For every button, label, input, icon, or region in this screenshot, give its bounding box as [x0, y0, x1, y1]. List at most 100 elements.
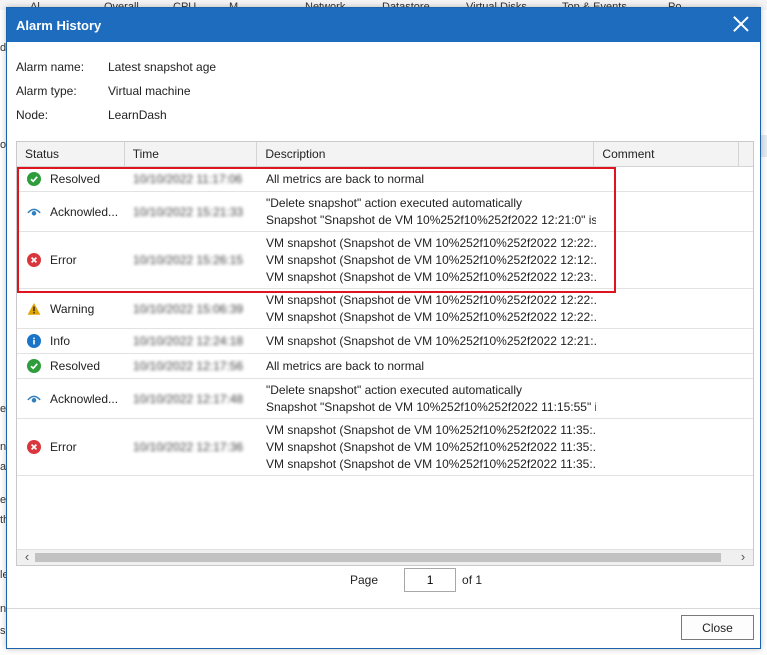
time-value: 10/10/2022 11:17:06 [133, 172, 243, 186]
time-cell: 10/10/2022 12:17:36 [125, 440, 258, 454]
time-cell: 10/10/2022 11:17:06 [125, 172, 258, 186]
column-header-filler [739, 142, 753, 167]
description-line: VM snapshot (Snapshot de VM 10%252f10%25… [266, 439, 596, 454]
close-icon[interactable] [733, 16, 749, 32]
meta-value: Latest snapshot age [108, 60, 217, 74]
meta-node: Node: LearnDash [16, 103, 216, 127]
alarm-history-table: Status Time Description Comment Resolved… [16, 141, 754, 566]
time-cell: 10/10/2022 12:24:18 [125, 334, 258, 348]
time-cell: 10/10/2022 12:17:56 [125, 359, 258, 373]
dialog-titlebar: Alarm History [7, 8, 760, 42]
eye-icon [27, 392, 41, 406]
status-label: Acknowled... [50, 391, 119, 406]
close-button[interactable]: Close [681, 615, 754, 640]
time-value: 10/10/2022 15:26:15 [133, 253, 244, 267]
table-row[interactable]: Acknowled... 10/10/2022 12:17:48 "Delete s… [17, 379, 753, 419]
status-label: Resolved [50, 172, 101, 186]
description-line: "Delete snapshot" action executed automa… [266, 195, 523, 210]
meta-value: Virtual machine [108, 84, 191, 98]
status-cell: Acknowled... [17, 392, 125, 406]
description-cell: "Delete snapshot" action executed automa… [258, 195, 596, 229]
page-number-input[interactable] [404, 568, 457, 592]
status-cell: Error [17, 440, 125, 454]
time-value: 10/10/2022 15:21:33 [133, 204, 244, 219]
description-line: VM snapshot (Snapshot de VM 10%252f10%25… [266, 292, 596, 307]
meta-label: Node: [16, 108, 49, 122]
horizontal-scrollbar[interactable]: ‹ › [17, 549, 753, 565]
scrollbar-thumb[interactable] [35, 553, 721, 562]
time-cell: 10/10/2022 15:21:33 [125, 205, 258, 219]
meta-label: Alarm type: [16, 84, 77, 98]
pager-total: of 1 [462, 573, 483, 587]
description-line: VM snapshot (Snapshot de VM 10%252f10%25… [266, 422, 596, 437]
error-circle-icon [27, 253, 41, 267]
description-line: VM snapshot (Snapshot de VM 10%252f10%25… [266, 252, 596, 267]
status-label: Resolved [50, 359, 101, 373]
table-row[interactable]: Warning 10/10/2022 15:06:39 VM snapshot (S… [17, 289, 753, 329]
alarm-history-dialog: Alarm History Alarm name: Latest snapsho… [6, 7, 761, 649]
description-cell: All metrics are back to normal [258, 358, 596, 375]
time-value: 10/10/2022 15:06:39 [133, 301, 244, 316]
status-cell: Acknowled... [17, 205, 125, 219]
check-circle-icon [27, 172, 41, 186]
table-row[interactable]: Info 10/10/2022 12:24:18 VM snapshot (Snap… [17, 329, 753, 354]
description-line: All metrics are back to normal [266, 171, 425, 186]
description-line: "Delete snapshot" action executed automa… [266, 382, 523, 397]
meta-value: LearnDash [108, 108, 167, 122]
footer-divider [7, 608, 760, 609]
column-header-time[interactable]: Time [125, 142, 258, 167]
pager-label: Page [350, 573, 379, 587]
status-cell: Error [17, 253, 125, 267]
time-value: 10/10/2022 12:17:36 [133, 440, 244, 454]
description-cell: VM snapshot (Snapshot de VM 10%252f10%25… [258, 235, 596, 286]
status-label: Error [50, 253, 77, 267]
column-header-comment[interactable]: Comment [594, 142, 740, 167]
scroll-left-icon[interactable]: ‹ [19, 550, 35, 565]
status-label: Warning [50, 301, 95, 316]
time-value: 10/10/2022 12:24:18 [133, 334, 244, 348]
status-label: Acknowled... [50, 204, 119, 219]
status-cell: Resolved [17, 359, 125, 373]
error-circle-icon [27, 440, 41, 454]
warning-triangle-icon [27, 302, 41, 316]
time-cell: 10/10/2022 12:17:48 [125, 392, 258, 406]
table-row[interactable]: Error 10/10/2022 15:26:15 VM snapshot (Sna… [17, 232, 753, 289]
table-row[interactable]: Error 10/10/2022 12:17:36 VM snapshot (Sna… [17, 419, 753, 476]
status-label: Error [50, 440, 77, 454]
description-line: All metrics are back to normal [266, 358, 425, 373]
description-cell: "Delete snapshot" action executed automa… [258, 382, 596, 416]
column-header-status[interactable]: Status [17, 142, 125, 167]
scroll-right-icon[interactable]: › [735, 550, 751, 565]
table-row[interactable]: Resolved 10/10/2022 12:17:56 All metrics a… [17, 354, 753, 379]
table-header: Status Time Description Comment [17, 142, 753, 167]
status-cell: Warning [17, 302, 125, 316]
description-line: Snapshot "Snapshot de VM 10%252f10%252f2… [266, 212, 596, 227]
description-line: VM snapshot (Snapshot de VM 10%252f10%25… [266, 309, 596, 324]
description-line: VM snapshot (Snapshot de VM 10%252f10%25… [266, 456, 596, 471]
column-header-description[interactable]: Description [257, 142, 595, 167]
description-line: VM snapshot (Snapshot de VM 10%252f10%25… [266, 269, 596, 284]
status-label: Info [50, 334, 71, 348]
description-line: Snapshot "Snapshot de VM 10%252f10%252f2… [266, 399, 596, 414]
check-circle-icon [27, 359, 41, 373]
pager: Page of 1 [350, 568, 482, 592]
description-line: VM snapshot (Snapshot de VM 10%252f10%25… [266, 235, 596, 250]
table-row[interactable]: Acknowled... 10/10/2022 15:21:33 "Delete s… [17, 192, 753, 232]
description-cell: VM snapshot (Snapshot de VM 10%252f10%25… [258, 422, 596, 473]
meta-alarm-name: Alarm name: Latest snapshot age [16, 55, 216, 79]
status-cell: Resolved [17, 172, 125, 186]
table-body: Resolved 10/10/2022 11:17:06 All metrics a… [17, 167, 753, 476]
time-cell: 10/10/2022 15:26:15 [125, 253, 258, 267]
time-value: 10/10/2022 12:17:48 [133, 391, 244, 406]
info-circle-icon [27, 334, 41, 348]
status-cell: Info [17, 334, 125, 348]
alarm-meta: Alarm name: Latest snapshot age Alarm ty… [16, 55, 216, 127]
time-cell: 10/10/2022 15:06:39 [125, 302, 258, 316]
meta-label: Alarm name: [16, 60, 85, 74]
dialog-title: Alarm History [16, 17, 102, 33]
meta-alarm-type: Alarm type: Virtual machine [16, 79, 216, 103]
table-row[interactable]: Resolved 10/10/2022 11:17:06 All metrics a… [17, 167, 753, 192]
description-line: VM snapshot (Snapshot de VM 10%252f10%25… [266, 333, 596, 348]
description-cell: All metrics are back to normal [258, 171, 596, 188]
eye-icon [27, 205, 41, 219]
